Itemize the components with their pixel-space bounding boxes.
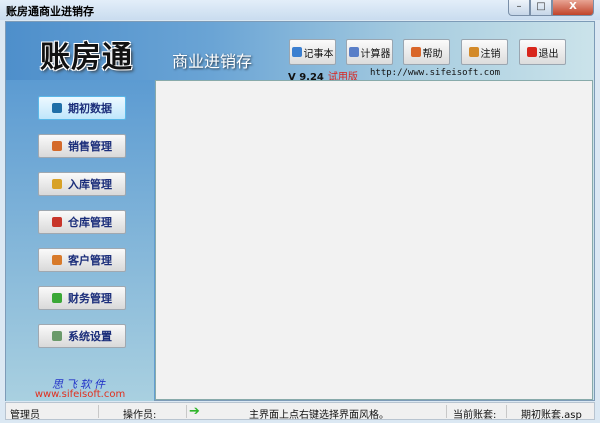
notepad-icon: [291, 47, 302, 57]
toolbar-button-power[interactable]: 退出: [519, 39, 566, 65]
sidebar-item-settings[interactable]: 系统设置: [38, 324, 126, 348]
toolbar-button-logout-users[interactable]: 注销: [461, 39, 508, 65]
main-frame: 账房通 商业进销存 V 9.24 试用版 http://www.sifeisoft…: [5, 21, 595, 401]
finance-icon: [52, 293, 62, 303]
toolbar-button-label: 计算器: [360, 48, 391, 60]
title-bar: 账房通商业进销存 – □ X: [0, 0, 600, 20]
close-button[interactable]: X: [552, 0, 594, 16]
sidebar-item-book[interactable]: 期初数据: [38, 96, 126, 120]
status-user: 管理员: [10, 410, 40, 421]
minimize-button[interactable]: –: [508, 0, 530, 16]
content-area[interactable]: [155, 80, 593, 400]
sidebar-item-label: 仓库管理: [68, 216, 112, 229]
sidebar-item-label: 系统设置: [68, 330, 112, 343]
sidebar-item-warehouse[interactable]: 仓库管理: [38, 210, 126, 234]
sidebar-item-box[interactable]: 入库管理: [38, 172, 126, 196]
book-icon: [52, 103, 62, 113]
website-url: http://www.sifeisoft.com: [370, 68, 501, 78]
status-account-label: 当前账套:: [453, 410, 497, 421]
sidebar-item-label: 客户管理: [68, 254, 112, 267]
app-logo: 账房通: [40, 40, 133, 75]
maximize-button[interactable]: □: [530, 0, 552, 16]
sales-icon: [52, 141, 62, 151]
status-operator-label: 操作员:: [123, 410, 157, 421]
logout-users-icon: [468, 47, 479, 57]
sidebar-item-label: 入库管理: [68, 178, 112, 191]
status-account: 期初账套.asp: [521, 410, 582, 421]
sidebar-item-finance[interactable]: 财务管理: [38, 286, 126, 310]
warehouse-icon: [52, 217, 62, 227]
toolbar-button-label: 记事本: [303, 48, 334, 60]
settings-icon: [52, 331, 62, 341]
power-icon: [526, 47, 537, 57]
sidebar-item-label: 财务管理: [68, 292, 112, 305]
window-title: 账房通商业进销存: [6, 5, 94, 18]
sidebar-item-label: 销售管理: [68, 140, 112, 153]
toolbar-button-calculator[interactable]: 计算器: [346, 39, 393, 65]
status-message: 主界面上点右键选择界面风格。: [249, 410, 389, 421]
help-icon: [410, 47, 421, 57]
sidebar-item-sales[interactable]: 销售管理: [38, 134, 126, 158]
sidebar: 期初数据 销售管理 入库管理 仓库管理 客户管理 财务管理 系统设置 思飞软件 www.si…: [6, 80, 154, 401]
toolbar-button-label: 退出: [538, 48, 559, 60]
sidebar-item-label: 期初数据: [68, 102, 112, 115]
toolbar-button-help[interactable]: 帮助: [403, 39, 450, 65]
brand-url[interactable]: www.sifeisoft.com: [6, 389, 154, 400]
arrow-right-icon: ➔: [189, 404, 200, 419]
app-subtitle: 商业进销存: [172, 52, 253, 71]
status-bar: 管理员 操作员: ➔ 主界面上点右键选择界面风格。 当前账套: 期初账套.asp: [5, 402, 595, 421]
toolbar-button-notepad[interactable]: 记事本: [289, 39, 336, 65]
customers-icon: [52, 255, 62, 265]
box-icon: [52, 179, 62, 189]
toolbar-button-label: 注销: [480, 48, 501, 60]
sidebar-item-customers[interactable]: 客户管理: [38, 248, 126, 272]
toolbar-button-label: 帮助: [422, 48, 443, 60]
calculator-icon: [348, 47, 359, 57]
